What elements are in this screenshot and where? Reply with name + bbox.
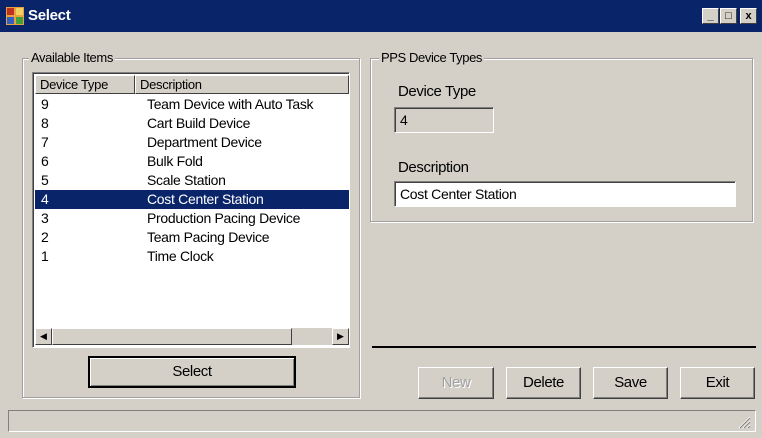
item-type: 8 — [41, 115, 49, 131]
item-type: 5 — [41, 172, 49, 188]
item-description: Production Pacing Device — [147, 210, 301, 226]
title-bar[interactable]: Select _ □ x — [0, 0, 762, 32]
list-item[interactable]: 1 Time Clock — [35, 247, 349, 266]
device-type-label: Device Type — [398, 83, 476, 100]
item-description: Cart Build Device — [147, 115, 251, 131]
device-types-legend: PPS Device Types — [379, 50, 485, 65]
window-title: Select — [28, 7, 71, 24]
list-item[interactable]: 2 Team Pacing Device — [35, 228, 349, 247]
item-description: Team Device with Auto Task — [147, 96, 314, 112]
available-items-legend: Available Items — [29, 50, 115, 65]
item-type: 3 — [41, 210, 49, 226]
description-field[interactable]: Cost Center Station — [394, 181, 736, 207]
list-item[interactable]: 3 Production Pacing Device — [35, 209, 349, 228]
new-button[interactable]: New — [418, 367, 494, 399]
device-type-field[interactable]: 4 — [394, 107, 494, 133]
select-window: Select _ □ x Available Items Device Type… — [0, 0, 762, 438]
list-item[interactable]: 9 Team Device with Auto Task — [35, 95, 349, 114]
item-description: Department Device — [147, 134, 262, 150]
column-header-description[interactable]: Description — [135, 75, 349, 94]
list-rows: 9 Team Device with Auto Task 8 Cart Build … — [35, 95, 349, 266]
device-list[interactable]: Device Type Description 9 Team Device wit… — [32, 72, 350, 348]
item-description: Cost Center Station — [147, 191, 264, 207]
separator-line — [372, 346, 756, 348]
item-type: 4 — [41, 191, 49, 207]
list-header: Device Type Description — [35, 75, 349, 94]
list-item[interactable]: 6 Bulk Fold — [35, 152, 349, 171]
app-icon — [6, 7, 24, 25]
item-description: Team Pacing Device — [147, 229, 270, 245]
scroll-right-button[interactable]: ▶ — [332, 328, 349, 345]
item-type: 1 — [41, 248, 49, 264]
item-type: 7 — [41, 134, 49, 150]
list-item[interactable]: 8 Cart Build Device — [35, 114, 349, 133]
resize-grip-icon[interactable] — [737, 415, 751, 429]
item-type: 2 — [41, 229, 49, 245]
horizontal-scrollbar[interactable]: ◀ ▶ — [35, 328, 349, 345]
item-description: Scale Station — [147, 172, 226, 188]
item-description: Time Clock — [147, 248, 214, 264]
scroll-left-button[interactable]: ◀ — [35, 328, 52, 345]
exit-button[interactable]: Exit — [680, 367, 755, 399]
save-button[interactable]: Save — [593, 367, 668, 399]
list-item[interactable]: 5 Scale Station — [35, 171, 349, 190]
item-type: 9 — [41, 96, 49, 112]
status-bar — [8, 410, 756, 432]
description-label: Description — [398, 159, 469, 176]
close-button[interactable]: x — [740, 8, 757, 24]
item-description: Bulk Fold — [147, 153, 203, 169]
list-item-selected[interactable]: 4 Cost Center Station — [35, 190, 349, 209]
maximize-button[interactable]: □ — [720, 8, 737, 24]
scroll-thumb[interactable] — [52, 328, 292, 345]
minimize-button[interactable]: _ — [702, 8, 719, 24]
list-item[interactable]: 7 Department Device — [35, 133, 349, 152]
column-header-device-type[interactable]: Device Type — [35, 75, 135, 94]
item-type: 6 — [41, 153, 49, 169]
delete-button[interactable]: Delete — [506, 367, 581, 399]
select-button[interactable]: Select — [88, 356, 296, 388]
